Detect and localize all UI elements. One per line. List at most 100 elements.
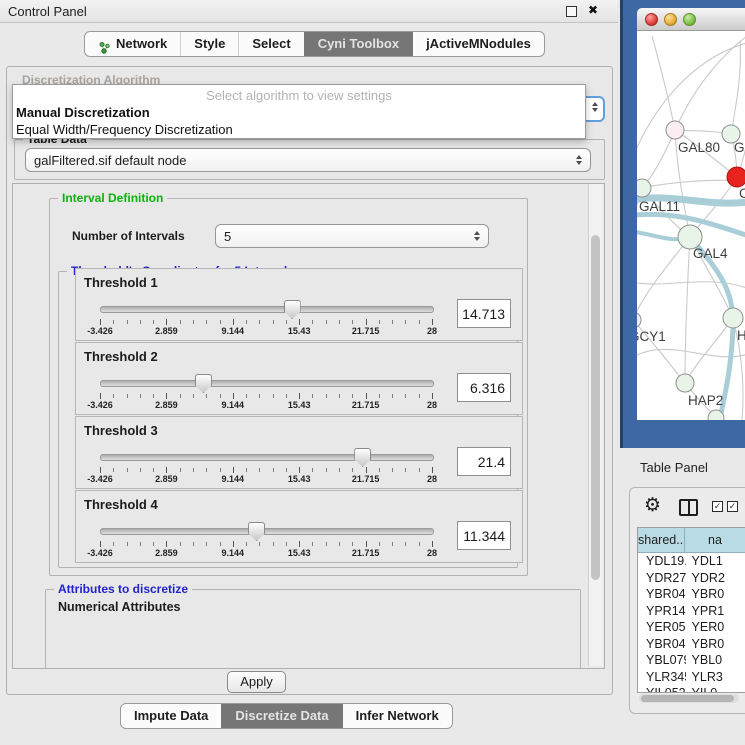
node-attribute-table: shared...na YDL19...YDL1YDR27...YDR2YBR0…: [637, 527, 745, 693]
slider-thumb[interactable]: [195, 374, 212, 393]
threshold-value-field[interactable]: 14.713: [457, 299, 511, 328]
tick-label: 28: [427, 326, 437, 336]
network-edge[interactable]: [637, 237, 690, 320]
slider-thumb[interactable]: [354, 448, 371, 467]
threshold-value-field[interactable]: 21.4: [457, 447, 511, 476]
table-cell: YBL079W: [638, 652, 686, 669]
threshold-value-field[interactable]: 6.316: [457, 373, 511, 402]
network-edge[interactable]: [685, 318, 733, 383]
table-cell: YDR27...: [638, 570, 686, 587]
tab-cyni-toolbox[interactable]: Cyni Toolbox: [304, 32, 412, 56]
network-canvas[interactable]: GAL80GCGAL11GAL4GCY1HHAP2: [637, 31, 745, 420]
threshold-slider[interactable]: -3.4262.8599.14415.4321.71528: [100, 519, 432, 557]
table-row[interactable]: YBL079WYBL0: [638, 652, 745, 669]
close-traffic-light-icon[interactable]: [645, 13, 658, 26]
checkbox-icon[interactable]: ✓: [712, 501, 723, 512]
threshold-slider[interactable]: -3.4262.8599.14415.4321.71528: [100, 297, 432, 335]
slider-thumb[interactable]: [248, 522, 265, 541]
column-header[interactable]: na: [685, 528, 745, 552]
network-node-h[interactable]: [723, 308, 743, 328]
table-cell: YER0: [686, 619, 745, 636]
checkbox-icon[interactable]: ✓: [727, 501, 738, 512]
spinner-arrows-icon: [474, 231, 480, 241]
network-edge[interactable]: [652, 36, 675, 130]
tick-label: 9.144: [222, 326, 245, 336]
dropdown-option-equal-width[interactable]: Equal Width/Frequency Discretization: [13, 121, 585, 138]
network-window[interactable]: GAL80GCGAL11GAL4GCY1HHAP2: [620, 0, 745, 448]
slider-thumb[interactable]: [284, 300, 301, 319]
table-cell: YDL1: [686, 553, 745, 570]
scrollbar-thumb[interactable]: [641, 695, 734, 702]
numerical-attributes-label: Numerical Attributes: [58, 600, 180, 614]
network-node-gal11[interactable]: [637, 179, 651, 197]
table-panel-title: Table Panel: [640, 460, 708, 475]
settings-scroll-panel: Interval Definition Number of Intervals …: [12, 183, 605, 669]
network-node-c[interactable]: [727, 167, 745, 187]
node-label: GAL11: [639, 199, 680, 214]
tab-discretize-data[interactable]: Discretize Data: [221, 704, 341, 728]
tab-jactivemnodules[interactable]: jActiveMNodules: [412, 32, 544, 56]
threshold-panel-3: Threshold 3 -3.4262.8599.14415.4321.71528…: [75, 416, 523, 489]
threshold-label: Threshold 1: [84, 275, 158, 290]
slider-track[interactable]: [100, 306, 434, 313]
node-label: G: [734, 140, 745, 155]
table-data-combobox[interactable]: galFiltered.sif default node: [25, 148, 591, 172]
spinner-arrows-icon: [592, 102, 598, 112]
slider-ticks: [100, 541, 432, 548]
tick-label: 28: [427, 474, 437, 484]
tab-impute-data[interactable]: Impute Data: [121, 704, 221, 728]
threshold-value-field[interactable]: 11.344: [457, 521, 511, 550]
network-node-gcy1[interactable]: [637, 312, 641, 328]
slider-ticks: [100, 319, 432, 326]
node-label: HAP2: [688, 393, 723, 408]
attributes-group: Attributes to discretize Numerical Attri…: [45, 589, 581, 669]
tab-label: Select: [252, 32, 290, 56]
table-row[interactable]: YER054CYER0: [638, 619, 745, 636]
algorithm-dropdown-popup: Select algorithm to view settings Manual…: [12, 84, 586, 139]
network-node-gal80[interactable]: [666, 121, 684, 139]
threshold-label: Threshold 4: [84, 497, 158, 512]
table-row[interactable]: YDL19...YDL1: [638, 553, 745, 570]
number-of-intervals-value: 5: [224, 229, 470, 244]
tab-select[interactable]: Select: [238, 32, 303, 56]
scrollbar-thumb[interactable]: [591, 235, 600, 580]
table-row[interactable]: YBR043CYBR0: [638, 586, 745, 603]
table-row[interactable]: YIL052CYIL0: [638, 685, 745, 693]
network-edge[interactable]: [642, 130, 675, 188]
threshold-slider[interactable]: -3.4262.8599.14415.4321.71528: [100, 371, 432, 409]
table-row[interactable]: YLR345WYLR3: [638, 669, 745, 686]
table-data-group: Table Data galFiltered.sif default node: [14, 139, 605, 180]
column-header[interactable]: shared...: [638, 528, 685, 552]
tab-network[interactable]: Network: [85, 32, 180, 56]
slider-track[interactable]: [100, 454, 434, 461]
dropdown-option-manual[interactable]: Manual Discretization: [13, 104, 585, 121]
network-edge[interactable]: [685, 237, 690, 383]
number-of-intervals-spinner[interactable]: 5: [215, 224, 489, 248]
network-edge[interactable]: [731, 41, 740, 134]
tick-label: 21.715: [352, 474, 380, 484]
table-cell: YIL0: [686, 685, 745, 693]
gear-icon[interactable]: ⚙: [644, 494, 661, 517]
table-horizontal-scrollbar[interactable]: [639, 694, 739, 703]
threshold-label: Threshold 3: [84, 423, 158, 438]
threshold-slider[interactable]: -3.4262.8599.14415.4321.71528: [100, 445, 432, 483]
column-layout-icon[interactable]: [679, 499, 698, 516]
tick-label: 21.715: [352, 400, 380, 410]
tab-label: Discretize Data: [235, 704, 328, 728]
slider-tick-labels: -3.4262.8599.14415.4321.71528: [100, 474, 432, 484]
network-icon: [98, 38, 111, 51]
slider-track[interactable]: [100, 528, 434, 535]
panel-scrollbar[interactable]: [588, 184, 603, 666]
apply-button[interactable]: Apply: [227, 671, 286, 693]
tab-infer-network[interactable]: Infer Network: [342, 704, 452, 728]
close-icon[interactable]: ✖: [588, 3, 598, 17]
table-row[interactable]: YDR27...YDR2: [638, 570, 745, 587]
tab-style[interactable]: Style: [180, 32, 238, 56]
zoom-traffic-light-icon[interactable]: [683, 13, 696, 26]
float-window-icon[interactable]: [566, 6, 577, 17]
table-row[interactable]: YBR045CYBR0: [638, 636, 745, 653]
minimize-traffic-light-icon[interactable]: [664, 13, 677, 26]
network-node-hap2[interactable]: [676, 374, 694, 392]
slider-track[interactable]: [100, 380, 434, 387]
table-row[interactable]: YPR145WYPR1: [638, 603, 745, 620]
